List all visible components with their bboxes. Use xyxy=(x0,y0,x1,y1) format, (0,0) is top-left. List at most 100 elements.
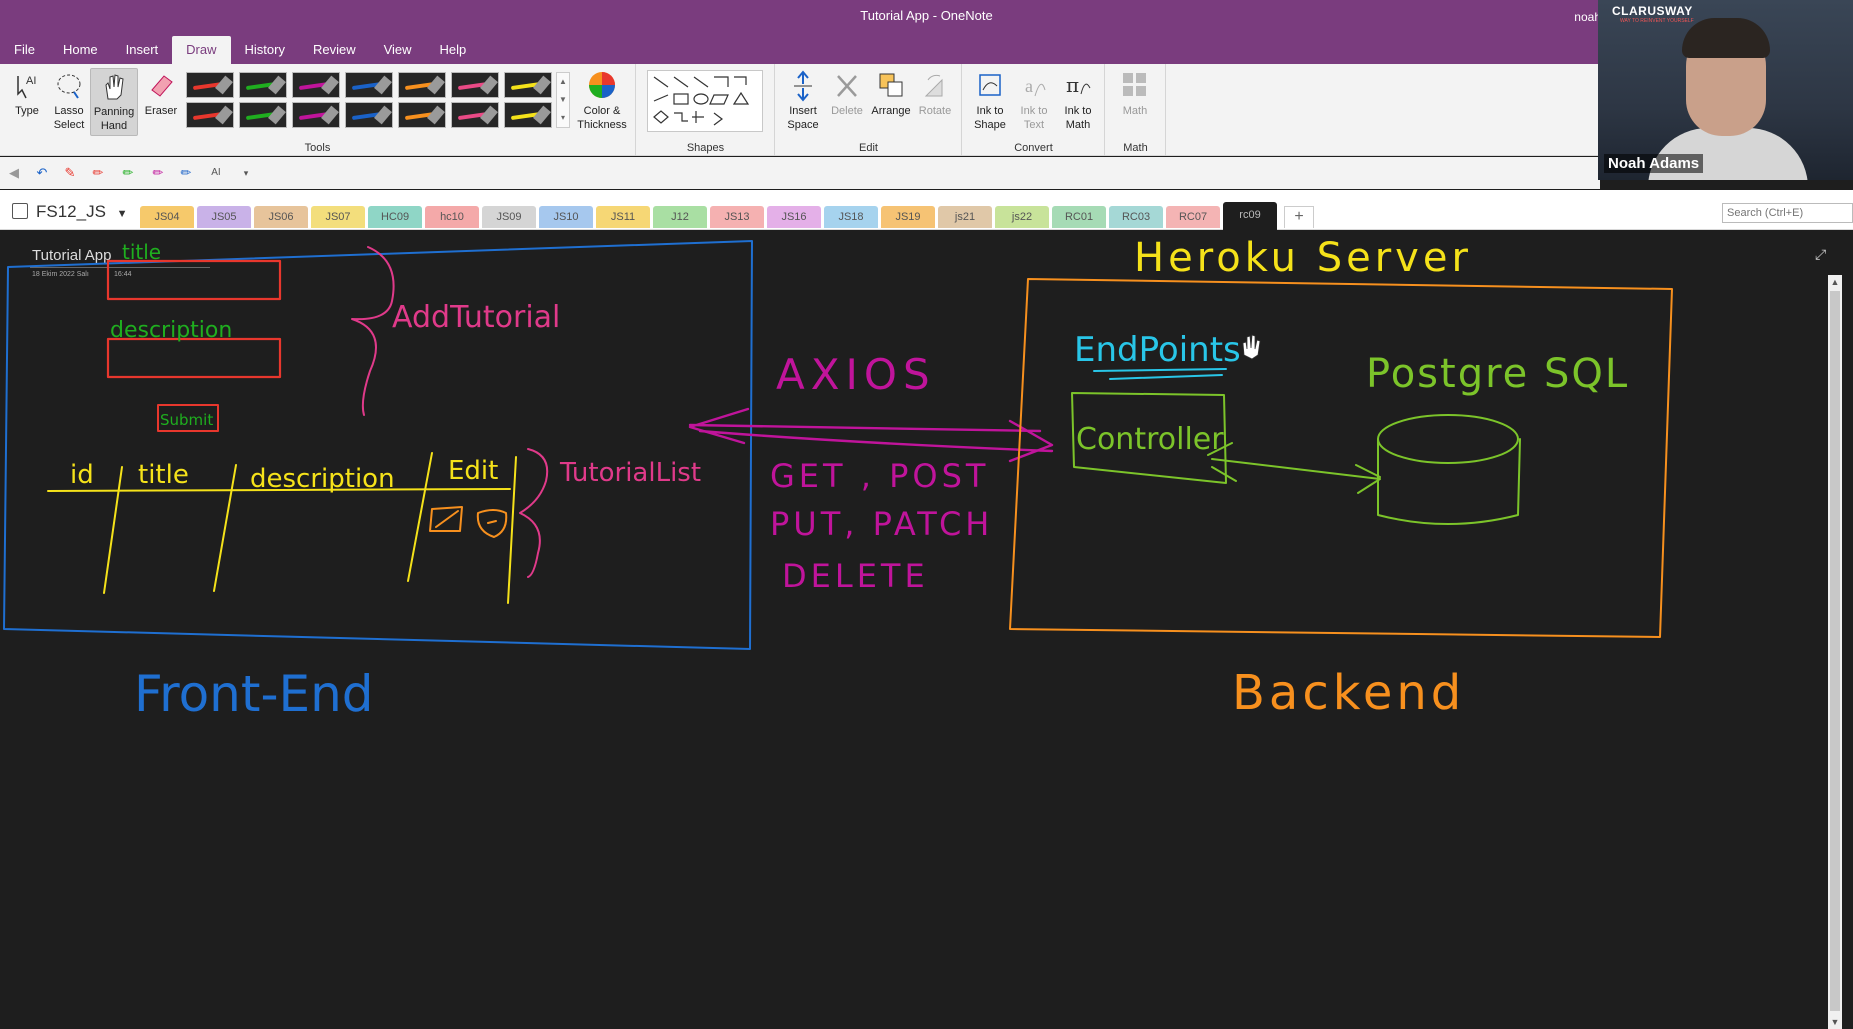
pen-quick-2-icon[interactable]: ✏ xyxy=(120,166,136,180)
section-tab-rc09[interactable]: rc09 xyxy=(1223,202,1277,230)
pen-11[interactable] xyxy=(345,102,393,128)
convert-group: Ink to Shape a Ink to Text π Ink to Math… xyxy=(963,64,1105,156)
pen-2[interactable] xyxy=(239,72,287,98)
math-button[interactable]: Math xyxy=(1112,68,1158,118)
add-tutorial-brace xyxy=(351,246,395,416)
menu-review[interactable]: Review xyxy=(299,36,370,64)
pen-13[interactable] xyxy=(451,102,499,128)
table-col-line-2 xyxy=(213,464,237,592)
delete-button[interactable]: Delete xyxy=(824,68,870,118)
ink-to-text-button[interactable]: a Ink to Text xyxy=(1011,68,1057,132)
pen-1[interactable] xyxy=(186,72,234,98)
ink-to-shape-label-2: Shape xyxy=(974,119,1006,131)
section-tab-js21[interactable]: js21 xyxy=(938,206,992,228)
math-button-label: Math xyxy=(1122,105,1148,117)
section-tab-js16[interactable]: JS16 xyxy=(767,206,821,228)
section-tab-rc07[interactable]: RC07 xyxy=(1166,206,1220,228)
ink-to-math-button[interactable]: π Ink to Math xyxy=(1055,68,1101,132)
section-tab-js11[interactable]: JS11 xyxy=(596,206,650,228)
rotate-button[interactable]: Rotate xyxy=(912,68,958,118)
pen-12[interactable] xyxy=(398,102,446,128)
add-section-button[interactable]: + xyxy=(1284,206,1314,228)
section-tab-js07[interactable]: JS07 xyxy=(311,206,365,228)
pen-gallery-more-icon[interactable]: ▲ ▼ ▾ xyxy=(556,72,570,128)
section-tab-js10[interactable]: JS10 xyxy=(539,206,593,228)
ink-to-shape-button[interactable]: Ink to Shape xyxy=(967,68,1013,132)
section-tab-js18[interactable]: JS18 xyxy=(824,206,878,228)
scroll-up-icon[interactable]: ▲ xyxy=(1828,275,1842,289)
pen-quick-1-icon[interactable]: ✏ xyxy=(90,166,106,180)
notebook-icon xyxy=(12,203,28,219)
menu-home[interactable]: Home xyxy=(49,36,112,64)
menu-view[interactable]: View xyxy=(370,36,426,64)
eraser-button[interactable]: Eraser xyxy=(138,68,184,118)
undo-icon[interactable]: ↶ xyxy=(34,166,50,180)
pen-quick-3-icon[interactable]: ✏ xyxy=(150,166,166,180)
col-description-ink: description xyxy=(250,464,395,494)
section-tab-js06[interactable]: JS06 xyxy=(254,206,308,228)
pen-quick-4-icon[interactable]: ✏ xyxy=(178,166,194,180)
lasso-select-button[interactable]: Lasso Select xyxy=(46,68,92,132)
section-tab-j12[interactable]: J12 xyxy=(653,206,707,228)
shapes-group-label: Shapes xyxy=(686,142,725,154)
menu-history[interactable]: History xyxy=(231,36,299,64)
shapes-gallery[interactable] xyxy=(647,70,763,132)
edit-icon xyxy=(429,506,463,532)
pen-7[interactable] xyxy=(504,72,552,98)
pen-14[interactable] xyxy=(504,102,552,128)
menu-draw[interactable]: Draw xyxy=(172,36,231,64)
pen-red-quick-icon[interactable]: ✎ xyxy=(62,166,78,180)
presenter-hair xyxy=(1682,18,1770,58)
insert-space-button[interactable]: Insert Space xyxy=(780,68,826,132)
section-tab-rc03[interactable]: RC03 xyxy=(1109,206,1163,228)
section-tab-rc01[interactable]: RC01 xyxy=(1052,206,1106,228)
search-input[interactable] xyxy=(1722,203,1853,223)
pen-4[interactable] xyxy=(345,72,393,98)
tutorial-list-brace xyxy=(519,448,549,578)
panning-hand-button[interactable]: Panning Hand xyxy=(90,68,138,136)
pen-9[interactable] xyxy=(239,102,287,128)
method-get-post-ink: GET , POST xyxy=(770,457,989,495)
pen-10[interactable] xyxy=(292,102,340,128)
section-tab-js19[interactable]: JS19 xyxy=(881,206,935,228)
customize-quick-icon[interactable]: ▾ xyxy=(238,166,254,180)
arrange-icon xyxy=(879,73,903,97)
type-button[interactable]: AI Type xyxy=(4,68,50,118)
svg-text:AI: AI xyxy=(26,75,36,87)
section-tab-js22[interactable]: js22 xyxy=(995,206,1049,228)
backend-ink: Backend xyxy=(1232,665,1465,721)
brand-name: CLARUSWAY xyxy=(1612,4,1693,18)
back-icon[interactable]: ◀ xyxy=(6,166,22,180)
edit-group-label: Edit xyxy=(859,142,878,154)
section-tab-hc09[interactable]: HC09 xyxy=(368,206,422,228)
insert-space-label-2: Space xyxy=(787,119,819,131)
menu-insert[interactable]: Insert xyxy=(112,36,173,64)
type-label: Type xyxy=(15,105,39,117)
scroll-down-icon[interactable]: ▼ xyxy=(1828,1015,1842,1029)
description-input-box xyxy=(106,337,282,379)
pen-3[interactable] xyxy=(292,72,340,98)
menu-help[interactable]: Help xyxy=(426,36,481,64)
menu-file[interactable]: File xyxy=(0,36,49,64)
section-tab-hc10[interactable]: hc10 xyxy=(425,206,479,228)
color-thickness-button[interactable]: Color & Thickness xyxy=(576,68,628,132)
user-name[interactable]: noah xyxy=(1574,10,1601,24)
pen-8[interactable] xyxy=(186,102,234,128)
pen-tip-icon xyxy=(533,75,551,95)
scroll-thumb[interactable] xyxy=(1830,291,1840,1011)
vertical-scrollbar[interactable]: ▲ ▼ xyxy=(1828,275,1842,1029)
type-quick-icon[interactable]: AI xyxy=(208,166,224,180)
notebook-selector[interactable]: FS12_JS ▼ xyxy=(12,202,128,222)
pen-6[interactable] xyxy=(451,72,499,98)
section-tab-js05[interactable]: JS05 xyxy=(197,206,251,228)
section-tab-js09[interactable]: JS09 xyxy=(482,206,536,228)
table-col-line-1 xyxy=(103,466,123,594)
arrange-button[interactable]: Arrange xyxy=(868,68,914,118)
description-label-ink: description xyxy=(110,318,232,343)
shapes-group: Shapes xyxy=(637,64,775,156)
pen-5[interactable] xyxy=(398,72,446,98)
page-canvas[interactable]: Tutorial App 18 Ekim 2022 Salı 16:44 ⤢ t… xyxy=(0,231,1853,1029)
section-tab-js13[interactable]: JS13 xyxy=(710,206,764,228)
title-bar: Tutorial App - OneNote noah File Home In… xyxy=(0,0,1853,64)
section-tab-js04[interactable]: JS04 xyxy=(140,206,194,228)
